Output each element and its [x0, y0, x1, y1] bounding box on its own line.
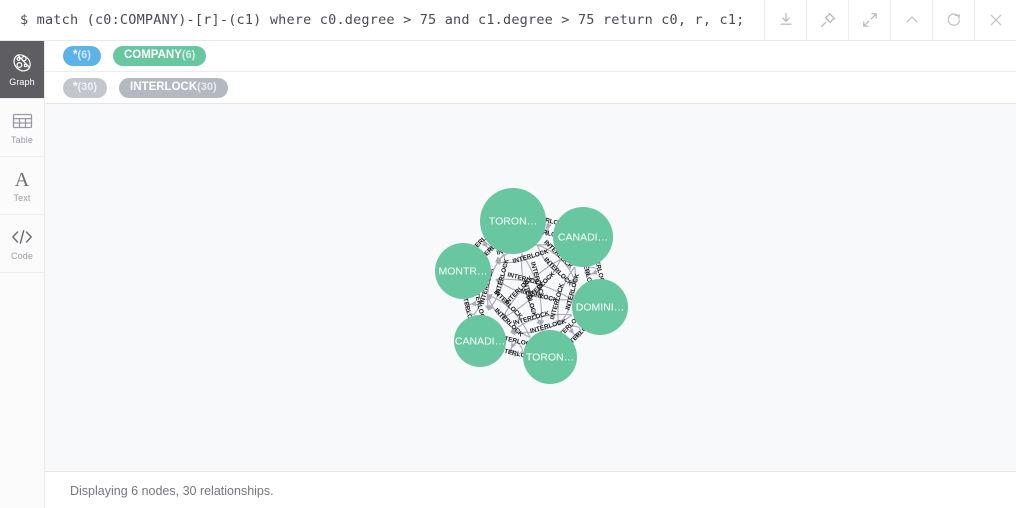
- legend-relationship-row: *(30) INTERLOCK(30): [45, 72, 1016, 104]
- node-label: DOMINI…: [576, 302, 624, 314]
- legend-node-row: *(6) COMPANY(6): [45, 41, 1016, 72]
- sidebar-item-code[interactable]: Code: [0, 215, 44, 273]
- sidebar-item-text[interactable]: A Text: [0, 157, 44, 215]
- expand-icon: [861, 11, 879, 29]
- legend-badge-company-count: (6): [181, 49, 196, 61]
- query-input[interactable]: $ match (c0:COMPANY)-[r]-(c1) where c0.d…: [0, 0, 765, 40]
- sidebar-item-table-label: Table: [10, 135, 33, 145]
- legend-badge-all-relationships-count: (30): [77, 80, 98, 93]
- query-bar: $ match (c0:COMPANY)-[r]-(c1) where c0.d…: [0, 0, 1016, 41]
- close-button[interactable]: [975, 0, 1016, 40]
- code-icon: [10, 226, 34, 248]
- sidebar: Graph Table A Text Code: [0, 41, 45, 508]
- close-icon: [987, 11, 1005, 29]
- legend-badge-company-label: COMPANY: [123, 49, 182, 61]
- legend-badge-company[interactable]: COMPANY(6): [112, 46, 207, 66]
- graph-canvas[interactable]: INTERLOCK INTERLOCK INTERLOCK INTERLOCK INTE…: [45, 104, 1016, 472]
- node-label: MONTR…: [439, 266, 488, 278]
- legend-badge-all-nodes-count: (6): [77, 49, 91, 61]
- graph-node[interactable]: TORON…: [523, 330, 577, 384]
- legend-badge-interlock-label: INTERLOCK: [130, 80, 198, 93]
- refresh-icon: [945, 11, 963, 29]
- query-text: $ match (c0:COMPANY)-[r]-(c1) where c0.d…: [20, 12, 745, 28]
- legend-badge-all-relationships[interactable]: *(30): [63, 77, 108, 98]
- sidebar-item-table[interactable]: Table: [0, 99, 44, 157]
- expand-button[interactable]: [849, 0, 891, 40]
- graph-node[interactable]: DOMINI…: [572, 279, 628, 335]
- graph-node[interactable]: CANADI…: [454, 315, 506, 367]
- chevron-up-icon: [903, 11, 921, 29]
- refresh-button[interactable]: [933, 0, 975, 40]
- graph-node[interactable]: TORON…: [480, 188, 546, 254]
- node-label: CANADI…: [455, 336, 505, 348]
- sidebar-item-code-label: Code: [11, 251, 33, 261]
- legend-panel: *(6) COMPANY(6) *(30) INTERLOCK(30): [45, 41, 1016, 104]
- graph-icon: [11, 52, 33, 74]
- sidebar-item-graph[interactable]: Graph: [0, 41, 44, 99]
- pin-button[interactable]: [807, 0, 849, 40]
- node-label: TORON…: [489, 216, 537, 228]
- legend-badge-interlock[interactable]: INTERLOCK(30): [119, 77, 228, 98]
- node-label: TORON…: [526, 352, 574, 364]
- node-label: CANADI…: [558, 232, 608, 244]
- svg-text:A: A: [15, 169, 30, 190]
- status-bar: Displaying 6 nodes, 30 relationships.: [45, 473, 1016, 508]
- graph-node[interactable]: CANADI…: [553, 207, 613, 267]
- status-text: Displaying 6 nodes, 30 relationships.: [70, 483, 274, 498]
- legend-badge-interlock-count: (30): [197, 80, 217, 93]
- pin-icon: [819, 11, 837, 29]
- collapse-button[interactable]: [891, 0, 933, 40]
- text-icon: A: [11, 168, 33, 190]
- node-layer[interactable]: TORON… CANADI… DOMINI… TORON… CANADI… MONTR…: [435, 188, 628, 384]
- legend-badge-all-nodes[interactable]: *(6): [63, 46, 101, 66]
- sidebar-item-graph-label: Graph: [9, 77, 35, 87]
- download-button[interactable]: [765, 0, 807, 40]
- graph-node[interactable]: MONTR…: [435, 243, 491, 299]
- graph-visualization[interactable]: INTERLOCKINTERLOCKINTERLOCKINTERLOCKINTE…: [45, 104, 1016, 472]
- sidebar-item-text-label: Text: [13, 193, 31, 203]
- table-icon: [12, 110, 33, 132]
- download-icon: [777, 11, 795, 29]
